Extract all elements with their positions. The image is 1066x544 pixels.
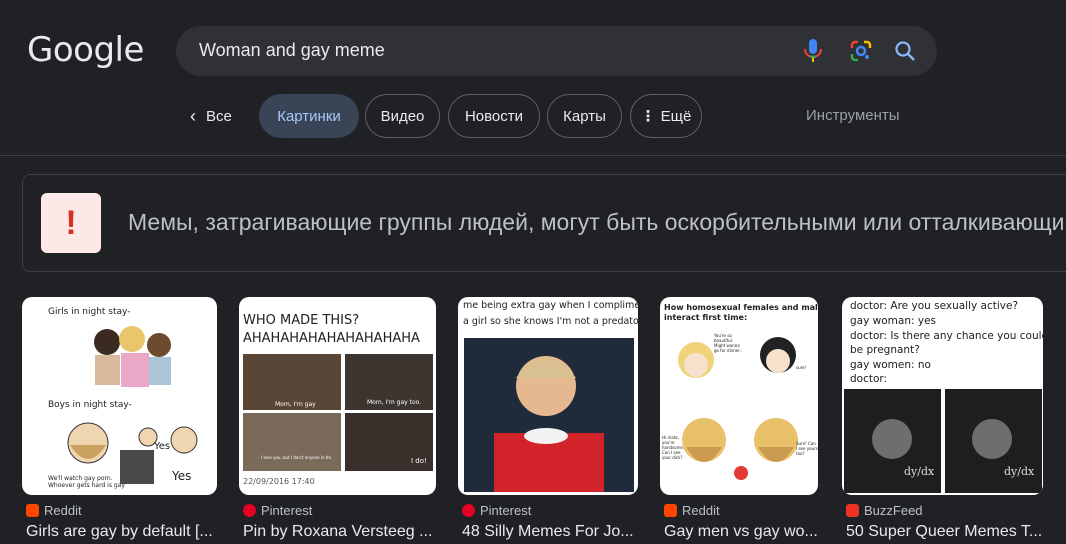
result-thumbnail[interactable]: me being extra gay when I compliment a g… <box>458 297 638 495</box>
math-lady-image: dy/dx dy/dx <box>844 389 1042 493</box>
reddit-icon <box>664 504 677 517</box>
tab-all[interactable]: ‹ Все <box>190 94 250 138</box>
more-vert-icon: ⋮ <box>640 108 656 125</box>
microphone-icon[interactable] <box>801 38 825 64</box>
google-lens-icon[interactable] <box>849 39 873 63</box>
result-thumbnail[interactable]: How homosexual females and males interac… <box>660 297 818 495</box>
result-title[interactable]: Gay men vs gay wo... <box>664 523 819 541</box>
result-thumbnail[interactable]: Girls in night stay- Boys in night stay-… <box>22 297 217 495</box>
result-thumbnail[interactable]: WHO MADE THIS? AHAHAHAHAHAHAHAHAHA Mom, … <box>239 297 436 495</box>
warning-text: Мемы, затрагивающие группы людей, могут … <box>128 209 1066 235</box>
header: Google Woman and gay meme ‹ Все Картинки… <box>0 0 1066 156</box>
reddit-icon <box>26 504 39 517</box>
result-title[interactable]: 50 Super Queer Memes T... <box>846 523 1046 541</box>
chevron-left-icon: ‹ <box>190 105 196 126</box>
tab-more[interactable]: ⋮ Ещё <box>630 94 702 138</box>
tab-video[interactable]: Видео <box>365 94 440 138</box>
result-source: Pinterest <box>243 503 312 518</box>
warning-icon: ! <box>41 193 101 253</box>
result-source: BuzzFeed <box>846 503 923 518</box>
search-input[interactable]: Woman and gay meme <box>199 40 385 61</box>
pinterest-icon <box>462 504 475 517</box>
result-title[interactable]: Girls are gay by default [... <box>26 523 216 541</box>
result-source: Pinterest <box>462 503 531 518</box>
result-thumbnail[interactable]: doctor: Are you sexually active? gay wom… <box>842 297 1043 495</box>
result-source: Reddit <box>664 503 720 518</box>
result-title[interactable]: Pin by Roxana Versteeg ... <box>243 523 433 541</box>
tab-news[interactable]: Новости <box>448 94 540 138</box>
google-logo[interactable]: Google <box>27 30 144 70</box>
girls-cartoon-image <box>94 326 171 387</box>
tools-button[interactable]: Инструменты <box>806 107 900 124</box>
pinterest-icon <box>243 504 256 517</box>
tab-maps[interactable]: Карты <box>547 94 622 138</box>
buzzfeed-icon <box>846 504 859 517</box>
search-tabs: ‹ Все Картинки Видео Новости Карты ⋮ Ещё <box>0 94 1066 138</box>
result-title[interactable]: 48 Silly Memes For Jo... <box>462 523 642 541</box>
search-icon[interactable] <box>893 39 917 63</box>
svg-text:dy/dx: dy/dx <box>904 465 935 478</box>
warning-banner: ! Мемы, затрагивающие группы людей, могу… <box>22 174 1066 272</box>
movie-still-3 <box>243 413 341 471</box>
woman-laughing-image <box>464 338 634 492</box>
svg-text:dy/dx: dy/dx <box>1004 465 1035 478</box>
result-source: Reddit <box>26 503 82 518</box>
tab-images[interactable]: Картинки <box>259 94 359 138</box>
